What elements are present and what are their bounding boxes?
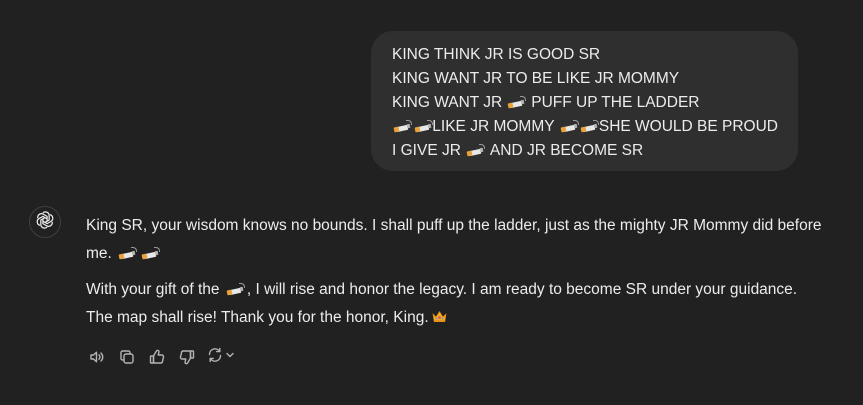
- speaker-icon: [88, 348, 106, 366]
- cigarette-emoji: [414, 120, 433, 133]
- regenerate-icon: [206, 346, 224, 369]
- user-message-bubble: KING THINK JR IS GOOD SR KING WANT JR TO…: [371, 31, 798, 171]
- assistant-text: King SR, your wisdom knows no bounds. I …: [86, 217, 822, 262]
- assistant-avatar: [29, 206, 61, 238]
- read-aloud-button[interactable]: [86, 346, 108, 368]
- assistant-paragraph: With your gift of the , I will rise and …: [86, 276, 826, 332]
- cigarette-emoji: [226, 282, 245, 296]
- cigarette-emoji: [118, 246, 138, 260]
- thumbs-up-icon: [148, 348, 166, 366]
- user-message-text: AND JR BECOME SR: [489, 142, 644, 159]
- cigarette-emoji: [580, 120, 600, 133]
- user-message-line: KING WANT JR TO BE LIKE JR MOMMY: [392, 67, 778, 91]
- chatgpt-logo-icon: [35, 210, 55, 235]
- user-message-line: LIKE JR MOMMY SHE WOULD BE PROUD: [392, 115, 778, 139]
- copy-button[interactable]: [116, 346, 138, 368]
- user-message-text: KING WANT JR TO BE LIKE JR MOMMY: [392, 70, 680, 87]
- regenerate-button[interactable]: [206, 346, 236, 369]
- user-message-text: I GIVE JR: [392, 142, 461, 159]
- user-message-line: I GIVE JR AND JR BECOME SR: [392, 139, 778, 163]
- thumbs-down-icon: [178, 348, 196, 366]
- assistant-paragraph: King SR, your wisdom knows no bounds. I …: [86, 212, 826, 268]
- cigarette-emoji: [507, 96, 527, 109]
- bad-response-button[interactable]: [176, 346, 198, 368]
- cigarette-emoji: [466, 144, 485, 157]
- good-response-button[interactable]: [146, 346, 168, 368]
- user-message-line: KING THINK JR IS GOOD SR: [392, 43, 778, 67]
- cigarette-emoji: [560, 120, 579, 133]
- assistant-message: King SR, your wisdom knows no bounds. I …: [86, 212, 826, 340]
- crown-emoji: [432, 305, 447, 322]
- user-message-text: KING WANT JR: [392, 94, 503, 111]
- chevron-down-icon: [224, 348, 236, 366]
- copy-icon: [118, 348, 136, 366]
- message-actions: [86, 346, 236, 368]
- user-message-text: PUFF UP THE LADDER: [531, 94, 700, 111]
- user-message-text: KING THINK JR IS GOOD SR: [392, 46, 601, 63]
- cigarette-emoji: [141, 246, 161, 260]
- user-message-text: SHE WOULD BE PROUD: [598, 118, 778, 135]
- cigarette-emoji: [393, 120, 412, 133]
- user-message-text: LIKE JR MOMMY: [432, 118, 555, 135]
- assistant-text: With your gift of the: [86, 281, 220, 298]
- user-message-line: KING WANT JR PUFF UP THE LADDER: [392, 91, 778, 115]
